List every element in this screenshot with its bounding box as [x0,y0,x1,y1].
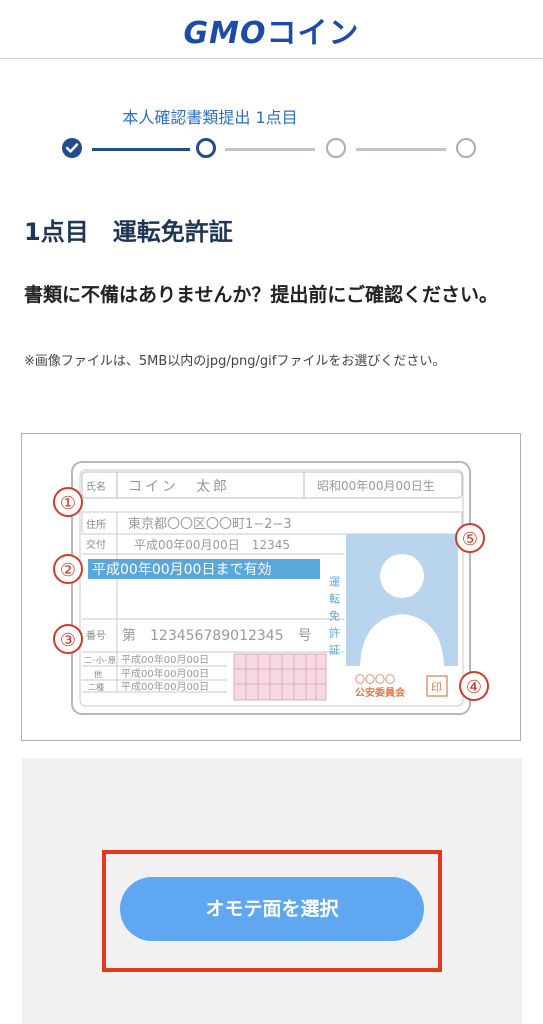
license-sample-frame: 氏名 コイン 太郎 昭和00年00月00日生 住所 東京都〇〇区〇〇町1−2−3… [21,433,521,741]
step-3 [326,138,346,158]
marker-3-label: ③ [60,630,76,651]
license-category-label-2: 他 [94,669,102,679]
step-connector-3 [356,148,446,151]
license-category-grid [233,653,327,701]
step-connector-2 [225,148,315,151]
license-issue-value: 平成00年00月00日 12345 [134,538,290,552]
license-date-line-2: 平成00年00月00日 [121,667,209,680]
marker-5-label: ⑤ [462,529,478,550]
license-category-label-1: 二･小･原 [84,656,116,665]
license-authority-top: 〇〇〇〇 [355,674,395,686]
file-note: ※画像ファイルは、5MB以内のjpg/png/gifファイルをお選びください。 [24,354,446,369]
license-category-label-3: 二種 [88,682,104,692]
license-issue-label: 交付 [86,538,106,551]
select-front-button[interactable]: オモテ面を選択 [120,877,424,941]
app-header: GMOコイン [0,0,543,59]
license-address-value: 東京都〇〇区〇〇町1−2−3 [128,516,292,532]
license-authority: 公安委員会 [355,686,405,699]
step-2-current [196,138,216,158]
check-icon [65,143,79,153]
license-number-value: 第 123456789012345 号 [122,627,312,644]
page-title: 1点目 運転免許証 [24,218,233,246]
marker-1-label: ① [60,493,76,514]
progress-stepper [62,138,482,166]
gmo-coin-logo: GMOコイン [0,8,543,52]
confirmation-question: 書類に不備はありませんか？提出前にご確認ください。 [24,284,499,306]
license-sample-illustration: 氏名 コイン 太郎 昭和00年00月00日生 住所 東京都〇〇区〇〇町1−2−3… [53,461,489,715]
license-date-line-3: 平成00年00月00日 [121,680,209,693]
license-number-label: 番号 [86,630,106,642]
license-birth: 昭和00年00月00日生 [317,479,435,493]
step-4 [456,138,476,158]
marker-2-label: ② [60,560,76,581]
license-expiry: 平成00年00月00日まで有効 [92,562,271,578]
logo-coin-text: コイン [266,16,360,51]
license-vertical-title: 運転免許証 [328,576,341,661]
progress-label: 本人確認書類提出 1点目 [122,108,298,127]
step-connector-1 [92,148,190,151]
logo-gmo-text: GMO [183,16,267,51]
license-name-value: コイン 太郎 [128,479,230,495]
license-seal: 印 [431,681,442,694]
license-name-label: 氏名 [86,480,106,493]
license-address-label: 住所 [86,518,106,531]
marker-4-label: ④ [466,677,482,698]
license-photo [346,534,458,666]
license-date-line-1: 平成00年00月00日 [121,653,209,666]
step-1-complete [62,138,82,158]
